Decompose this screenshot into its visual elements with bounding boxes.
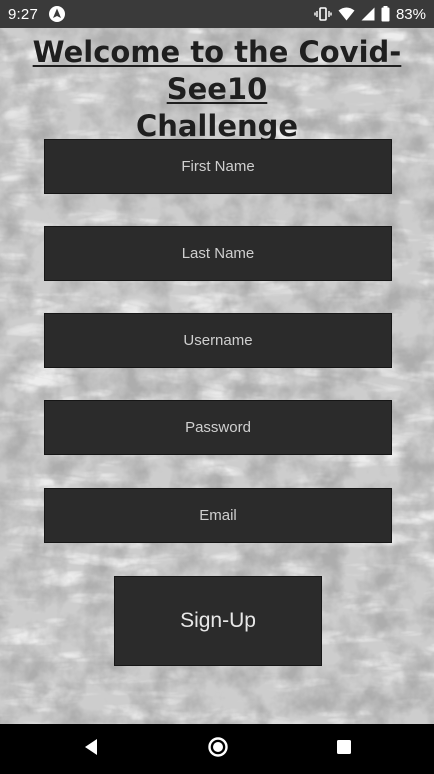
recents-icon: [336, 739, 352, 760]
signup-button[interactable]: Sign-Up: [114, 576, 322, 666]
page-title-line-1: Welcome to the Covid-See10: [32, 35, 402, 106]
signup-button-label: Sign-Up: [180, 609, 256, 632]
email-field[interactable]: Email: [44, 488, 392, 543]
battery-icon: [381, 6, 390, 22]
vibrate-icon: [314, 6, 332, 22]
password-field[interactable]: Password: [44, 400, 392, 455]
page-title: Welcome to the Covid-See10 Challenge: [0, 34, 434, 145]
recents-button[interactable]: [314, 724, 374, 774]
first-name-placeholder: First Name: [181, 158, 255, 175]
email-placeholder: Email: [199, 507, 237, 524]
last-name-placeholder: Last Name: [181, 245, 255, 262]
home-icon: [207, 736, 229, 763]
last-name-field[interactable]: Last Name: [44, 226, 392, 281]
navigation-bar: [0, 724, 434, 774]
home-button[interactable]: [188, 724, 248, 774]
wifi-icon: [338, 7, 355, 21]
battery-percent: 83%: [395, 5, 426, 23]
back-icon: [83, 738, 99, 761]
signup-screen: Welcome to the Covid-See10 Challenge Fir…: [0, 28, 434, 724]
navigation-app-icon: [48, 5, 66, 23]
back-button[interactable]: [61, 724, 121, 774]
status-time: 9:27: [8, 5, 38, 23]
username-placeholder: Username: [183, 332, 253, 349]
password-placeholder: Password: [185, 419, 251, 436]
first-name-field[interactable]: First Name: [44, 139, 392, 194]
username-field[interactable]: Username: [44, 313, 392, 368]
status-bar: 9:27 83%: [0, 0, 434, 28]
signal-icon: [361, 7, 375, 21]
